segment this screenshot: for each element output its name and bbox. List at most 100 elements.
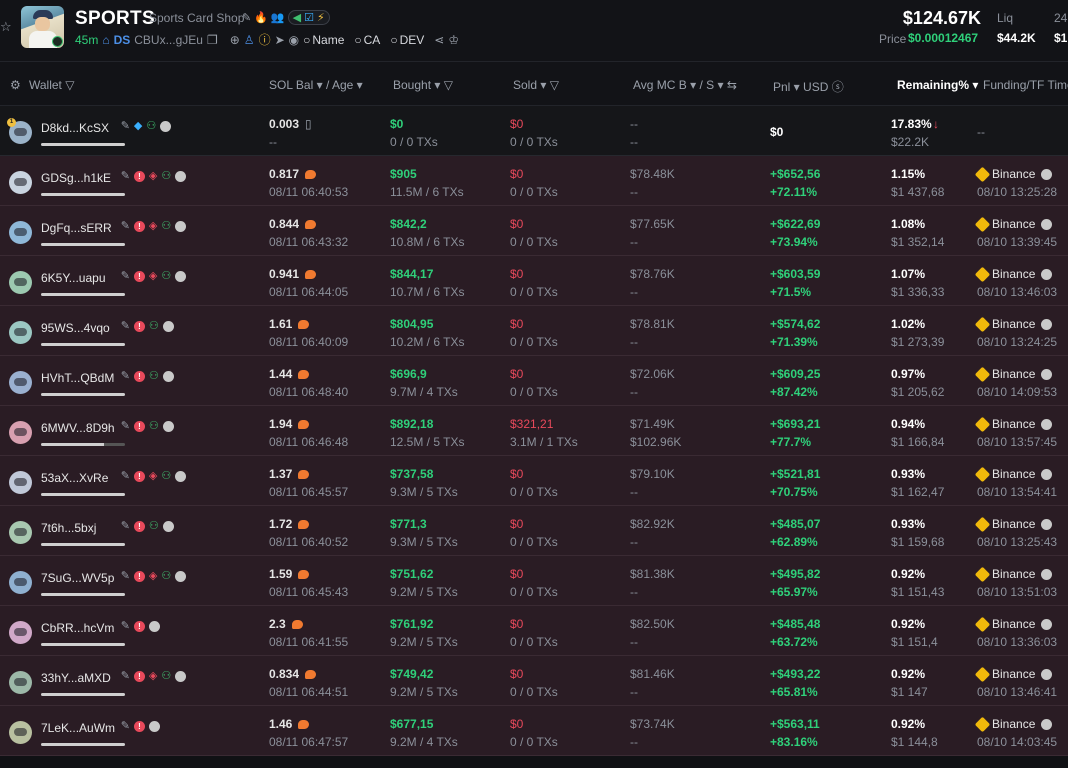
swap-arrows-icon[interactable]: ⇆	[727, 78, 737, 92]
wallet-age: 08/11 06:43:32	[269, 235, 349, 249]
table-row[interactable]: 33hY...aMXD ✎ ! ◈ ⚇ 0.834 08/11 06:44:51…	[0, 656, 1068, 706]
table-row[interactable]: 7SuG...WV5p ✎ ! ◈ ⚇ 1.59 08/11 06:45:43 …	[0, 556, 1068, 606]
edit-icon[interactable]: ✎	[121, 371, 130, 382]
social-badges[interactable]: ◀ ☑ ⚡	[287, 10, 330, 25]
wallet-address[interactable]: CbRR...hcVm	[41, 621, 114, 635]
edit-icon[interactable]: ✎	[121, 621, 130, 632]
funding-source[interactable]: Binance	[974, 316, 1053, 332]
col-remaining[interactable]: Remaining% ▾	[897, 78, 978, 92]
wallet-avatar[interactable]	[9, 521, 32, 544]
edit-icon[interactable]: ✎	[121, 271, 130, 282]
menu-circle-icon[interactable]: ◉	[289, 33, 299, 47]
filter-icon[interactable]: ▽	[550, 78, 559, 92]
table-row[interactable]: 95WS...4vqo ✎ ! ⚇ 1.61 08/11 06:40:09 $8…	[0, 306, 1068, 356]
wallet-address[interactable]: 7t6h...5bxj	[41, 521, 96, 535]
wallet-address[interactable]: 95WS...4vqo	[41, 321, 110, 335]
edit-icon[interactable]: ✎	[121, 721, 130, 732]
wallet-avatar[interactable]	[9, 571, 32, 594]
wallet-address[interactable]: 7SuG...WV5p	[41, 571, 114, 585]
user-icon[interactable]: ♙	[244, 33, 255, 47]
edit-icon[interactable]: ✎	[121, 121, 130, 132]
funding-source[interactable]: Binance	[974, 716, 1053, 732]
col-bought[interactable]: Bought ▾ ▽	[393, 78, 453, 92]
funding-source[interactable]: Binance	[974, 216, 1053, 232]
edit-icon[interactable]: ✎	[121, 421, 130, 432]
edit-icon[interactable]: ✎	[121, 571, 130, 582]
layers-icon: ◈	[148, 220, 158, 232]
wallet-avatar[interactable]	[9, 171, 32, 194]
funding-source[interactable]: Binance	[974, 466, 1053, 482]
wallet-avatar[interactable]	[9, 721, 32, 744]
wallet-address[interactable]: 33hY...aMXD	[41, 671, 111, 685]
wallet-address[interactable]: 7LeK...AuWm	[41, 721, 115, 735]
search-ca-chip[interactable]: ○ CA	[354, 33, 380, 47]
table-row[interactable]: GDSg...h1kE ✎ ! ◈ ⚇ 0.817 08/11 06:40:53…	[0, 156, 1068, 206]
wallet-address[interactable]: GDSg...h1kE	[41, 171, 111, 185]
wallet-address[interactable]: D8kd...KcSX	[41, 121, 109, 135]
edit-icon[interactable]: ✎	[121, 221, 130, 232]
search-name-chip[interactable]: ○ Name	[303, 33, 344, 47]
warning-icon[interactable]: ⓘ	[259, 31, 271, 48]
table-row[interactable]: 7LeK...AuWm ✎ ! 1.46 08/11 06:47:57 $677…	[0, 706, 1068, 756]
table-row[interactable]: 7t6h...5bxj ✎ ! ⚇ 1.72 08/11 06:40:52 $7…	[0, 506, 1068, 556]
edit-icon[interactable]: ✎	[121, 521, 130, 532]
search-dev-chip[interactable]: ○ DEV	[390, 33, 424, 47]
ds-label[interactable]: DS	[114, 33, 131, 47]
funding-source[interactable]: Binance	[974, 566, 1053, 582]
funding-source[interactable]: Binance	[974, 666, 1053, 682]
wallet-address[interactable]: 6MWV...8D9h	[41, 421, 115, 435]
edit-icon[interactable]: ✎	[121, 671, 130, 682]
wallet-address[interactable]: HVhT...QBdM	[41, 371, 114, 385]
table-row[interactable]: 1 D8kd...KcSX ✎ ◆ ⚇ 0.003 ▯ -- $0 0 / 0 T…	[0, 106, 1068, 156]
filter-icon[interactable]: ▽	[65, 78, 74, 92]
funding-source[interactable]: Binance	[974, 366, 1053, 382]
funding-source[interactable]: Binance	[974, 616, 1053, 632]
table-row[interactable]: 53aX...XvRe ✎ ! ◈ ⚇ 1.37 08/11 06:45:57 …	[0, 456, 1068, 506]
filter-icon[interactable]: ▽	[444, 78, 453, 92]
table-row[interactable]: 6MWV...8D9h ✎ ! ⚇ 1.94 08/11 06:46:48 $8…	[0, 406, 1068, 456]
copy-icon[interactable]: ❐	[207, 33, 218, 47]
col-funding[interactable]: Funding/TF Time	[983, 78, 1068, 92]
edit-icon[interactable]: ✎	[242, 11, 251, 25]
funding-source[interactable]: Binance	[974, 166, 1053, 182]
favorite-star-icon[interactable]: ☆	[0, 20, 12, 34]
wallet-avatar[interactable]	[9, 321, 32, 344]
contract-address[interactable]: CBUx...gJEu	[134, 33, 203, 47]
wallet-avatar[interactable]	[9, 271, 32, 294]
edit-icon[interactable]: ✎	[121, 171, 130, 182]
token-image[interactable]	[21, 6, 64, 48]
sol-balance-value: 1.72	[269, 517, 293, 531]
wallet-avatar[interactable]	[9, 671, 32, 694]
col-sold[interactable]: Sold ▾ ▽	[513, 78, 559, 92]
funding-source[interactable]: Binance	[974, 516, 1053, 532]
col-sol-bal[interactable]: SOL Bal ▾ / Age ▾	[269, 78, 363, 92]
funding-source[interactable]: Binance	[974, 416, 1053, 432]
wallet-avatar[interactable]	[9, 371, 32, 394]
edit-icon[interactable]: ✎	[121, 321, 130, 332]
dollar-toggle-icon[interactable]: ⓢ	[832, 80, 844, 94]
col-avg-mc[interactable]: Avg MC B ▾ / S ▾ ⇆	[633, 78, 737, 92]
globe-icon[interactable]: ⊕	[230, 33, 240, 47]
wallet-avatar[interactable]	[9, 621, 32, 644]
wallet-avatar[interactable]	[9, 421, 32, 444]
copy-icon[interactable]: ▯	[305, 117, 312, 131]
wallet-avatar[interactable]	[9, 221, 32, 244]
table-row[interactable]: DgFq...sERR ✎ ! ◈ ⚇ 0.844 08/11 06:43:32…	[0, 206, 1068, 256]
wallet-address[interactable]: DgFq...sERR	[41, 221, 112, 235]
wallet-address[interactable]: 53aX...XvRe	[41, 471, 108, 485]
avg-mc-buy: --	[630, 117, 638, 131]
wallet-address[interactable]: 6K5Y...uapu	[41, 271, 106, 285]
settings-icon[interactable]: ⚙	[10, 78, 21, 92]
col-wallet[interactable]: Wallet ▽	[29, 78, 74, 92]
funding-source[interactable]: Binance	[974, 266, 1053, 282]
telegram-icon[interactable]: ➤	[275, 33, 285, 47]
wallet-avatar[interactable]	[9, 471, 32, 494]
table-row[interactable]: 6K5Y...uapu ✎ ! ◈ ⚇ 0.941 08/11 06:44:05…	[0, 256, 1068, 306]
edit-icon[interactable]: ✎	[121, 471, 130, 482]
remaining-value: $1 144,8	[891, 735, 938, 749]
crown-icon[interactable]: ♔	[448, 33, 459, 47]
col-pnl[interactable]: Pnl ▾ USD ⓢ	[773, 78, 844, 95]
table-row[interactable]: CbRR...hcVm ✎ ! 2.3 08/11 06:41:55 $761,…	[0, 606, 1068, 656]
table-row[interactable]: HVhT...QBdM ✎ ! ⚇ 1.44 08/11 06:48:40 $6…	[0, 356, 1068, 406]
share-icon[interactable]: ⋖	[434, 33, 444, 47]
